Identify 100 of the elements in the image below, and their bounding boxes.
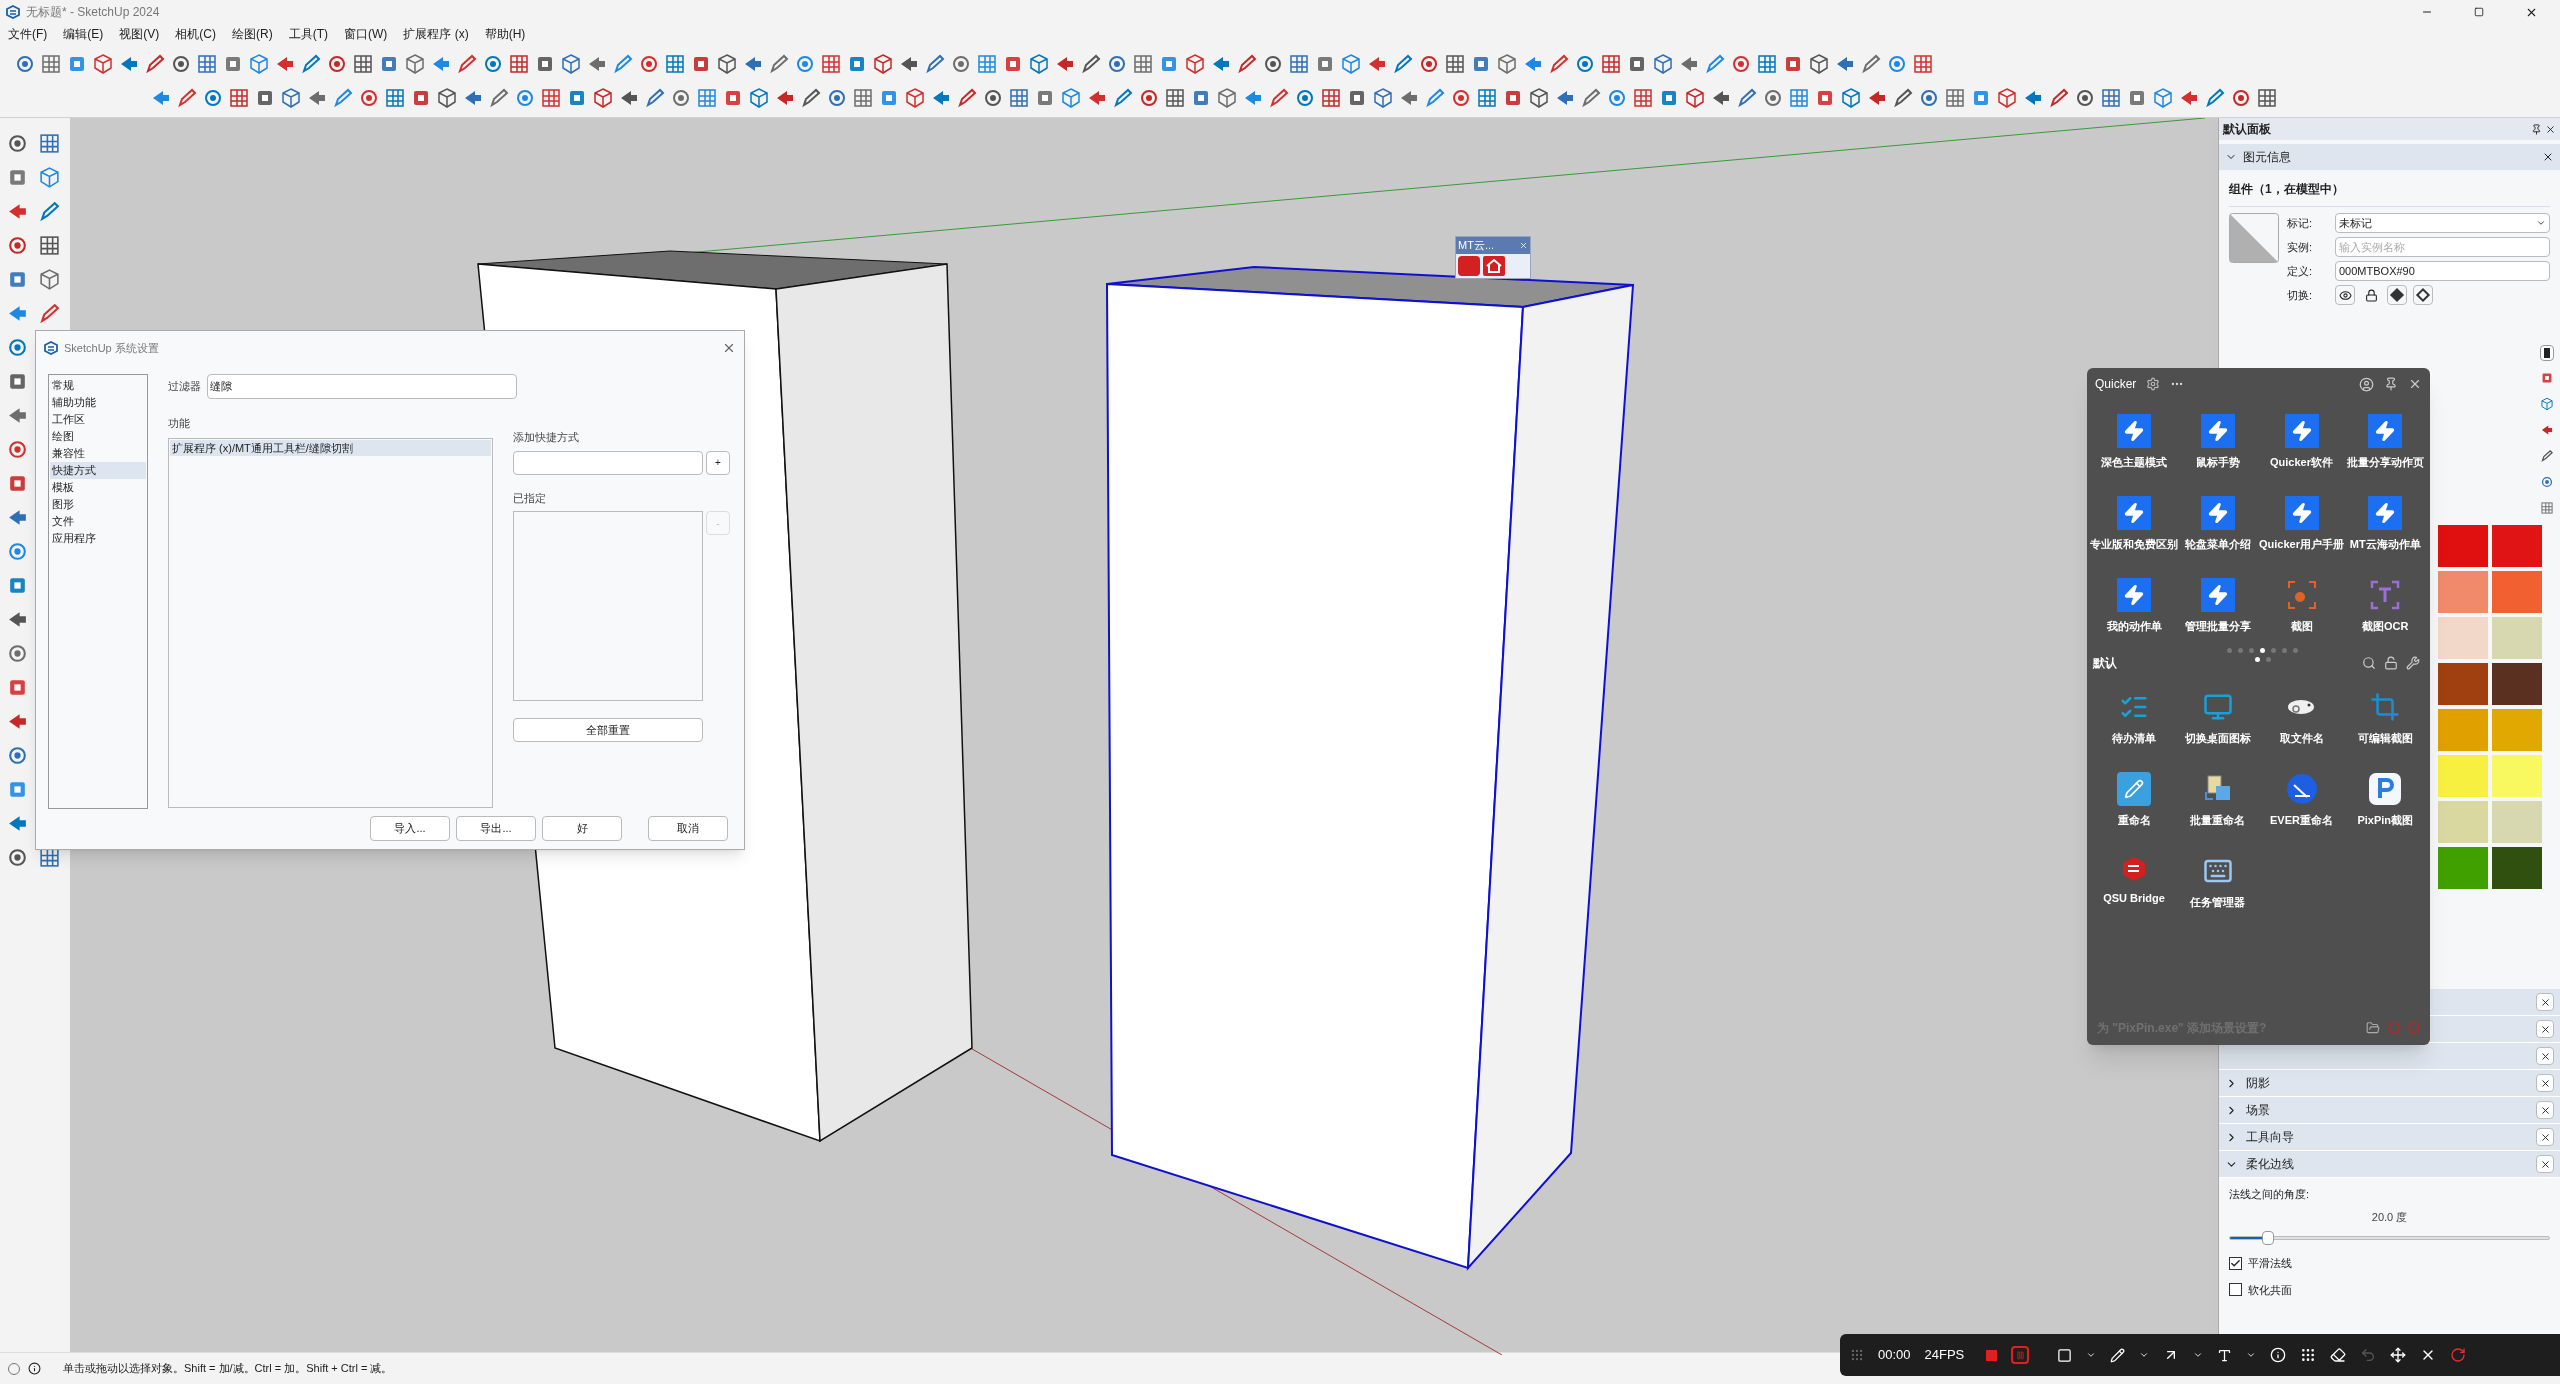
filter-field[interactable]: 缝隙 (207, 374, 517, 399)
grid-icon[interactable] (540, 86, 562, 109)
menu-item[interactable]: 扩展程序 (x) (403, 25, 469, 43)
shortcut-field[interactable] (513, 450, 703, 475)
pencil-icon[interactable] (144, 52, 166, 75)
grid-icon[interactable] (696, 86, 718, 109)
grid-icon[interactable] (1476, 86, 1498, 109)
pencil-icon[interactable] (176, 86, 198, 109)
material-swatch[interactable] (2492, 709, 2542, 751)
dialog-button[interactable]: 取消 (648, 815, 728, 841)
grid-icon[interactable] (1444, 52, 1466, 75)
grid-icon[interactable] (664, 52, 686, 75)
material-swatch[interactable] (2492, 571, 2542, 613)
quicker-action[interactable]: Quicker用户手册 (2258, 492, 2345, 564)
quicker-action[interactable]: PixPin截图 (2342, 768, 2429, 840)
text-field[interactable]: 000MTBOX#90 (2335, 261, 2550, 281)
undo-icon[interactable] (2360, 1347, 2377, 1363)
pencil-icon[interactable] (1392, 52, 1414, 75)
material-swatch[interactable] (2438, 663, 2488, 705)
cube-icon[interactable] (1340, 52, 1362, 75)
pencil-icon[interactable] (332, 86, 354, 109)
cube-icon[interactable] (748, 86, 770, 109)
grid-icon[interactable] (2100, 86, 2122, 109)
maximize-icon[interactable] (2474, 7, 2484, 17)
section-header[interactable]: 场景 (2219, 1097, 2560, 1124)
pencil-icon[interactable] (1424, 86, 1446, 109)
pencil-icon[interactable] (456, 52, 478, 75)
material-swatch[interactable] (2492, 755, 2542, 797)
function-item[interactable]: 扩展程序 (x)/MT通用工具栏/缝隙切割 (170, 439, 491, 456)
quicker-action[interactable]: 待办清单 (2091, 686, 2177, 758)
pencil-icon[interactable] (1548, 52, 1570, 75)
pencil-icon[interactable] (488, 86, 510, 109)
material-swatch[interactable] (2492, 525, 2542, 567)
grid-icon[interactable] (1788, 86, 1810, 109)
slider-thumb[interactable] (2261, 1231, 2274, 1245)
material-swatch[interactable] (2438, 709, 2488, 751)
grid-icon[interactable] (1008, 86, 1030, 109)
caret-icon[interactable] (2246, 1350, 2257, 1360)
grid-icon[interactable] (820, 52, 842, 75)
pause-button[interactable] (2011, 1346, 2030, 1364)
material-swatch[interactable] (2438, 525, 2488, 567)
tools-icon[interactable] (2406, 656, 2420, 670)
cube-icon[interactable] (248, 52, 270, 75)
quicker-action[interactable]: 截图 (2258, 574, 2345, 646)
cube-icon[interactable] (1652, 52, 1674, 75)
cube-icon[interactable] (1684, 86, 1706, 109)
info-icon[interactable] (28, 1362, 41, 1375)
pencil-icon[interactable] (1268, 86, 1290, 109)
material-swatch[interactable] (2438, 847, 2488, 889)
cube-icon[interactable] (1496, 52, 1518, 75)
grid-icon[interactable] (1756, 52, 1778, 75)
circle-icon[interactable] (6, 234, 29, 257)
cube-icon[interactable] (1528, 86, 1550, 109)
grid-icon[interactable] (508, 52, 530, 75)
circle-icon[interactable] (6, 846, 29, 869)
angle-slider[interactable] (2229, 1231, 2550, 1245)
cube-icon[interactable] (1996, 86, 2018, 109)
unlock-icon[interactable] (2384, 656, 2398, 670)
circle-icon[interactable] (6, 336, 29, 359)
material-swatch[interactable] (2438, 571, 2488, 613)
folder-icon[interactable] (2366, 1021, 2380, 1035)
material-swatch[interactable] (2438, 755, 2488, 797)
lock-icon[interactable] (2364, 288, 2378, 302)
quicker-action[interactable]: QSU Bridge (2091, 850, 2177, 922)
material-swatch[interactable] (2438, 617, 2488, 659)
pencil-icon[interactable] (1236, 52, 1258, 75)
material-swatch[interactable] (2492, 617, 2542, 659)
checkbox[interactable] (2229, 1256, 2242, 1270)
cube-icon[interactable] (904, 86, 926, 109)
grid-icon[interactable] (1288, 52, 1310, 75)
add-button[interactable]: + (706, 450, 730, 475)
section-header[interactable]: 工具向导 (2219, 1124, 2560, 1151)
pencil-icon[interactable] (1860, 52, 1882, 75)
drag-handle-icon[interactable] (1850, 1348, 1864, 1362)
menu-item[interactable]: 绘图(R) (232, 25, 273, 43)
pencil-icon[interactable] (800, 86, 822, 109)
close-button[interactable] (2536, 1047, 2554, 1065)
receive-shadow-toggle[interactable] (2413, 285, 2433, 305)
home-icon[interactable] (1483, 255, 1505, 276)
pencil-icon[interactable] (1704, 52, 1726, 75)
cube-icon[interactable] (2152, 86, 2174, 109)
circle-icon[interactable] (6, 744, 29, 767)
cube-icon[interactable] (1060, 86, 1082, 109)
caret-icon[interactable] (2139, 1350, 2150, 1360)
tag-dropdown[interactable]: 未标记 (2335, 213, 2550, 233)
material-swatch[interactable] (2438, 801, 2488, 843)
visibility-toggle[interactable] (2335, 285, 2355, 305)
stop-button[interactable] (1986, 1349, 1998, 1361)
grid-icon[interactable] (352, 52, 374, 75)
pen-icon[interactable] (2110, 1347, 2126, 1363)
pencil-icon[interactable] (1736, 86, 1758, 109)
close-button[interactable] (2536, 1074, 2554, 1092)
cube-icon[interactable] (1216, 86, 1238, 109)
pencil-icon[interactable] (2048, 86, 2070, 109)
quicker-action[interactable]: 专业版和免费区别 (2091, 492, 2177, 564)
pencil-icon[interactable] (2540, 449, 2554, 463)
cube-icon[interactable] (872, 52, 894, 75)
grid-icon[interactable] (38, 234, 61, 257)
circle-icon[interactable] (2540, 475, 2554, 489)
pencil-icon[interactable] (1892, 86, 1914, 109)
